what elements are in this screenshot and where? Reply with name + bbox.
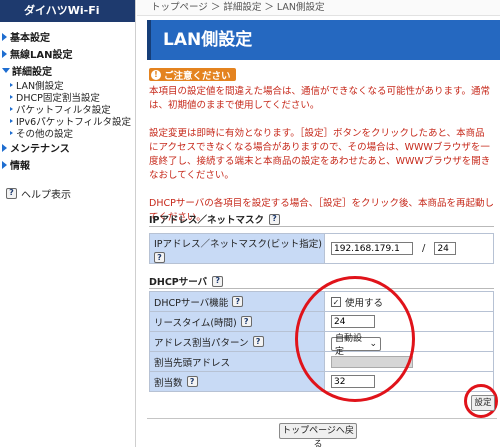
page-title: LAN側設定	[147, 20, 500, 60]
assign-count-label-cell: 割当数?	[149, 371, 325, 392]
dhcp-function-label-cell: DHCPサーバ機能?	[149, 291, 325, 312]
sidebar-item-maintenance[interactable]: メンテナンス	[0, 139, 135, 156]
sidebar-item-advanced[interactable]: 詳細設定	[0, 62, 135, 79]
sidebar-item-wireless[interactable]: 無線LAN設定	[0, 45, 135, 62]
arrow-right-icon	[10, 83, 13, 87]
help-icon[interactable]: ?	[186, 376, 198, 387]
arrow-down-icon	[2, 68, 10, 73]
sidebar: ダイハツWi-Fi 基本設定 無線LAN設定 詳細設定 LAN側設定 DHCP固…	[0, 0, 136, 447]
brand-logo: ダイハツWi-Fi	[0, 0, 135, 22]
netmask-input[interactable]	[434, 242, 457, 255]
main-content: トップページ ＞ 詳細設定 ＞ LAN側設定 LAN側設定 ! ご注意ください …	[137, 0, 500, 447]
ip-label: IPアドレス／ネットマスク(ビット指定)	[154, 239, 322, 250]
ip-section-header: IPアドレス／ネットマスク ?	[149, 212, 494, 227]
sidebar-item-label: 無線LAN設定	[10, 50, 73, 61]
help-icon[interactable]: ?	[252, 336, 264, 347]
assign-count-label: 割当数	[154, 377, 183, 389]
sidebar-subitem-label: その他の設定	[16, 129, 74, 140]
ip-value-cell: /	[324, 233, 494, 264]
ip-label-cell: IPアドレス／ネットマスク(ビット指定) ?	[149, 233, 325, 264]
notice-paragraph: 設定変更は即時に有効となります。［設定］ボタンをクリックしたあと、本商品にアクセ…	[149, 128, 491, 181]
sidebar-item-info[interactable]: 情報	[0, 156, 135, 173]
help-display-link[interactable]: ? ヘルプ表示	[0, 185, 135, 201]
help-icon[interactable]: ?	[269, 213, 280, 225]
help-display-label: ヘルプ表示	[21, 189, 71, 201]
arrow-right-icon	[10, 131, 13, 135]
breadcrumb: トップページ ＞ 詳細設定 ＞ LAN側設定	[137, 0, 500, 16]
annotation-circle-dhcp	[295, 276, 415, 402]
arrow-right-icon	[2, 32, 7, 41]
arrow-right-icon	[2, 160, 7, 169]
notice-badge: ! ご注意ください	[149, 68, 236, 82]
ip-section-title: IPアドレス／ネットマスク	[149, 215, 264, 226]
dhcp-section-title: DHCPサーバ	[149, 277, 208, 288]
sidebar-nav: 基本設定 無線LAN設定 詳細設定 LAN側設定 DHCP固定割当設定 パケット…	[0, 22, 135, 201]
help-icon[interactable]: ?	[212, 275, 224, 287]
notice-paragraph: 本項目の設定値を間違えた場合は、通信ができなくなる可能性があります。通常は、初期…	[149, 86, 491, 111]
ip-table: IPアドレス／ネットマスク(ビット指定) ? /	[149, 233, 494, 264]
help-icon: ?	[6, 187, 17, 199]
dhcp-function-label: DHCPサーバ機能	[154, 297, 229, 309]
sidebar-item-basic[interactable]: 基本設定	[0, 28, 135, 45]
sidebar-item-label: 情報	[10, 161, 30, 172]
settings-button[interactable]: 設定	[471, 395, 495, 411]
sidebar-item-label: 基本設定	[10, 33, 50, 44]
assign-pattern-label: アドレス割当パターン	[154, 337, 249, 349]
notice-badge-label: ご注意ください	[164, 70, 231, 82]
arrow-right-icon	[10, 107, 13, 111]
notice-text: 本項目の設定値を間違えた場合は、通信ができなくなる可能性があります。通常は、初期…	[149, 85, 494, 225]
table-row: IPアドレス／ネットマスク(ビット指定) ? /	[149, 233, 494, 264]
ip-address-input[interactable]	[331, 242, 413, 255]
start-address-label: 割当先頭アドレス	[154, 357, 231, 369]
lease-time-label: リースタイム(時間)	[154, 317, 237, 329]
arrow-right-icon	[2, 143, 7, 152]
arrow-right-icon	[10, 95, 13, 99]
back-to-top-button[interactable]: トップページへ戻る	[279, 423, 357, 447]
exclamation-icon: !	[151, 69, 161, 80]
sidebar-item-label: 詳細設定	[12, 67, 52, 78]
help-icon[interactable]: ?	[240, 316, 252, 327]
sidebar-item-label: メンテナンス	[10, 144, 70, 155]
arrow-right-icon	[2, 49, 7, 58]
sidebar-subitem-other[interactable]: その他の設定	[0, 127, 135, 140]
help-icon[interactable]: ?	[154, 252, 165, 263]
ip-mask-separator: /	[422, 242, 426, 254]
help-icon[interactable]: ?	[232, 296, 244, 307]
arrow-right-icon	[10, 119, 13, 123]
divider	[147, 418, 497, 419]
